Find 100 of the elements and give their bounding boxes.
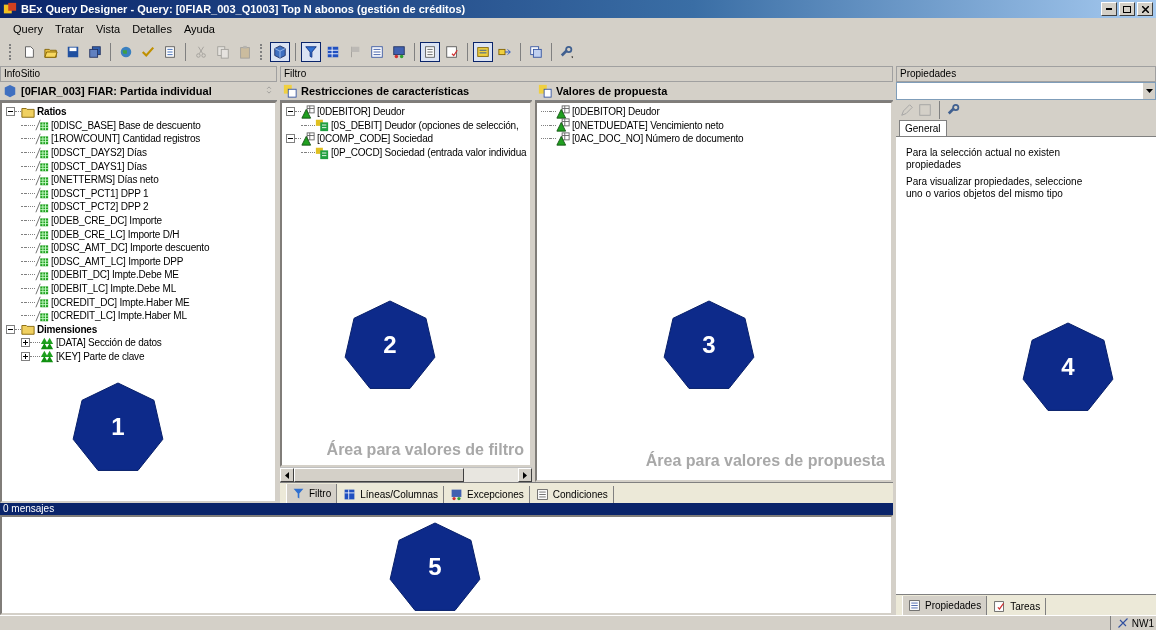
- maximize-button[interactable]: [1119, 2, 1135, 16]
- tree-item[interactable]: [0DEB_CRE_LC] Importe D/H: [51, 228, 180, 240]
- properties-tab[interactable]: General: [899, 120, 947, 136]
- expand-toggle[interactable]: [21, 352, 30, 361]
- view-tab[interactable]: Filtro: [286, 484, 338, 503]
- tree-item[interactable]: [0CREDIT_DC] Impte.Haber ME: [51, 296, 190, 308]
- menu-item[interactable]: Vista: [90, 21, 126, 37]
- funnel-icon: [304, 45, 318, 59]
- triangle-grid-icon: [301, 132, 315, 146]
- minimize-icon: [1106, 8, 1112, 10]
- toolbar-button[interactable]: [473, 42, 493, 62]
- flag-icon: [348, 45, 362, 59]
- tree-item[interactable]: [0DSCT_DAYS2] Días: [51, 147, 147, 159]
- messages-title: 0 mensajes: [0, 503, 893, 515]
- windows-icon: [529, 45, 543, 59]
- table-icon: [326, 45, 340, 59]
- window-title: BEx Query Designer - Query: [0FIAR_003_Q1003] Top N abonos (gestión de créditos): [21, 3, 466, 15]
- monitor-icon: [450, 488, 464, 501]
- triangle-grid-icon: [556, 118, 570, 133]
- grid-ruler-icon: [35, 213, 49, 228]
- infoprovider-title: [0FIAR_003] FIAR: Partida individual: [21, 85, 212, 97]
- scroll-right-button[interactable]: [518, 468, 532, 482]
- grid-ruler-icon: [35, 281, 49, 296]
- left-arrow-icon: [285, 471, 289, 479]
- tree-item[interactable]: Dimensiones: [37, 323, 98, 335]
- empty-area-hint: Área para valores de propuesta: [645, 452, 885, 470]
- scissors-icon: [194, 45, 208, 59]
- tree-item[interactable]: [1ROWCOUNT] Cantidad registros: [51, 133, 201, 145]
- empty-area-hint: Área para valores de filtro: [326, 441, 524, 459]
- new-document-icon: [22, 45, 36, 59]
- expand-toggle[interactable]: [286, 134, 295, 144]
- minimize-button[interactable]: [1101, 2, 1117, 16]
- save-icon: [66, 45, 80, 59]
- form-icon: [163, 45, 177, 59]
- tree-item[interactable]: [0NETDUEDATE] Vencimiento neto: [572, 119, 724, 131]
- tree-item[interactable]: [0DEBITOR] Deudor: [572, 106, 660, 118]
- tree-item[interactable]: [0DSC_AMT_LC] Importe DPP: [51, 255, 184, 267]
- grid-ruler-icon: [35, 145, 49, 160]
- tree-item[interactable]: [0CREDIT_LC] Impte.Haber ML: [51, 310, 187, 322]
- expand-toggle[interactable]: [286, 107, 295, 117]
- tree-item[interactable]: [0NETTERMS] Días neto: [51, 174, 159, 186]
- plus-icon: [23, 340, 28, 346]
- tree-item[interactable]: [0DSCT_PCT1] DPP 1: [51, 187, 149, 199]
- panel-tab[interactable]: Tareas: [988, 598, 1047, 615]
- menu-item[interactable]: Detalles: [127, 21, 177, 37]
- tree-item[interactable]: [DATA] Sección de datos: [56, 337, 162, 349]
- scroll-left-button[interactable]: [280, 468, 294, 482]
- folder-icon: [21, 322, 35, 337]
- tree-item[interactable]: [0P_COCD] Sociedad (entrada valor individua: [331, 147, 527, 159]
- object-dropdown[interactable]: [896, 82, 1156, 100]
- close-button[interactable]: [1137, 2, 1153, 16]
- triangle-grid-icon: [556, 104, 570, 119]
- document-list-icon: [423, 45, 437, 59]
- grid-ruler-icon: [35, 118, 49, 133]
- tree-item[interactable]: [0COMP_CODE] Sociedad: [317, 133, 433, 145]
- tree-item[interactable]: [0DSC_AMT_DC] Importe descuento: [51, 242, 210, 254]
- tree-item[interactable]: [0DSCT_PCT2] DPP 2: [51, 201, 149, 213]
- minus-icon: [8, 328, 13, 330]
- checklist-icon: [445, 45, 459, 59]
- menu-item[interactable]: Tratar: [49, 21, 89, 37]
- stacked-documents-icon: [88, 45, 102, 59]
- minus-icon: [288, 138, 293, 140]
- expand-toggle[interactable]: [6, 324, 15, 334]
- tree-item[interactable]: [0DEBITOR] Deudor: [317, 106, 405, 118]
- save-icon: [918, 103, 932, 117]
- tree-item[interactable]: [KEY] Parte de clave: [56, 351, 145, 362]
- grid-ruler-icon: [35, 295, 49, 310]
- connection-icon: [1116, 617, 1129, 629]
- scroll-icon: [476, 45, 490, 59]
- plus-icon: [23, 354, 28, 359]
- scrollbar-thumb[interactable]: [294, 468, 464, 482]
- toolbar-button[interactable]: [270, 42, 290, 62]
- toolbar-button[interactable]: [420, 42, 440, 62]
- panel-tab[interactable]: Propiedades: [902, 596, 988, 615]
- list-icon: [370, 45, 384, 59]
- tree-item[interactable]: [0AC_DOC_NO] Número de documento: [572, 133, 744, 145]
- menu-item[interactable]: Ayuda: [178, 21, 220, 37]
- menu-item[interactable]: Query: [8, 21, 48, 37]
- info-text: Para la selección actual no existen propiedades: [906, 147, 1061, 171]
- tree-item[interactable]: Ratios: [37, 106, 67, 118]
- grid-ruler-icon: [35, 227, 49, 242]
- list-icon: [908, 599, 921, 612]
- tree-item[interactable]: [0DISC_BASE] Base de descuento: [51, 119, 201, 131]
- expand-toggle[interactable]: [6, 107, 15, 117]
- minus-icon: [8, 111, 13, 113]
- close-icon: [1141, 5, 1149, 13]
- toolbar-button[interactable]: [301, 42, 321, 62]
- tree-item[interactable]: [0DSCT_DAYS1] Días: [51, 160, 147, 172]
- expand-toggle[interactable]: [21, 338, 30, 348]
- tree-item[interactable]: [0DEBIT_DC] Impte.Debe ME: [51, 269, 179, 281]
- pane-title: Filtro: [280, 66, 893, 82]
- maximize-icon: [1123, 5, 1131, 13]
- pane-title: Propiedades: [896, 66, 1156, 82]
- tree-item[interactable]: [0S_DEBIT] Deudor (opciones de selección,: [331, 119, 519, 131]
- grid-ruler-icon: [35, 199, 49, 214]
- tree-item[interactable]: [0DEBIT_LC] Impte.Debe ML: [51, 283, 177, 294]
- grid-ruler-icon: [35, 308, 49, 323]
- section-title: Restricciones de características: [301, 85, 470, 97]
- document-list-icon: [535, 488, 549, 501]
- tree-item[interactable]: [0DEB_CRE_DC] Importe: [51, 215, 162, 227]
